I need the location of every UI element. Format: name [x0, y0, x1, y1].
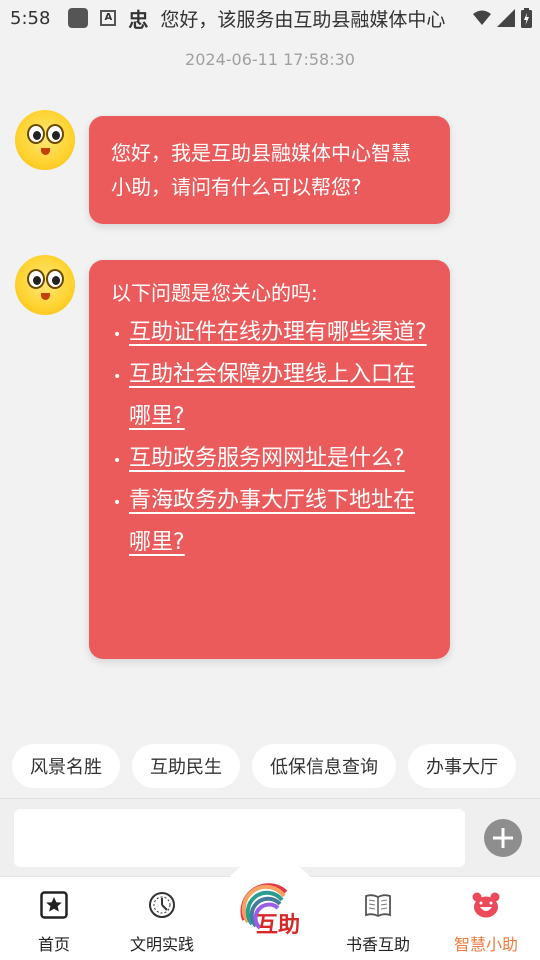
chip-subsidy-query[interactable]: 低保信息查询	[252, 744, 396, 788]
book-icon	[365, 894, 391, 918]
suggested-question[interactable]: • 互助社会保障办理线上入口在哪里?	[111, 354, 428, 438]
status-icons	[473, 8, 532, 28]
huzhu-logo: 互助	[240, 883, 300, 938]
tab-huzhu-center[interactable]: 互助	[218, 858, 322, 960]
battery-icon	[521, 8, 532, 28]
suggested-question[interactable]: • 互助政务服务网网址是什么?	[111, 438, 428, 480]
square-icon	[68, 8, 89, 28]
add-button[interactable]	[484, 819, 522, 857]
tab-label: 首页	[37, 935, 70, 954]
suggestions-bubble: 以下问题是您关心的吗: • 互助证件在线办理有哪些渠道? • 互助社会保障办理线…	[89, 260, 450, 659]
huzhu-logo-text: 互助	[256, 913, 300, 938]
suggested-questions: • 互助证件在线办理有哪些渠道? • 互助社会保障办理线上入口在哪里? • 互助…	[111, 312, 428, 564]
plus-icon	[493, 828, 513, 848]
bear-icon	[472, 892, 500, 918]
status-time: 5:58	[10, 7, 51, 29]
chip-service-hall[interactable]: 办事大厅	[408, 744, 516, 788]
tab-label: 智慧小助	[453, 935, 518, 954]
tab-label: 书香互助	[345, 935, 410, 954]
notification-text: 您好，该服务由互助县融媒体中心	[160, 8, 446, 31]
star-box-icon	[40, 891, 68, 919]
chip-livelihood[interactable]: 互助民生	[132, 744, 240, 788]
message-input[interactable]	[14, 809, 465, 867]
question-link[interactable]: 互助证件在线办理有哪些渠道?	[129, 320, 427, 345]
suggested-question[interactable]: • 青海政务办事大厅线下地址在哪里?	[111, 480, 428, 564]
tab-home[interactable]: 首页	[4, 877, 104, 960]
signal-icon	[497, 9, 515, 27]
bot-avatar	[15, 110, 75, 170]
quick-reply-chips: 风景名胜 互助民生 低保信息查询 办事大厅	[12, 744, 516, 788]
a-icon: A	[100, 10, 117, 26]
suggested-question[interactable]: • 互助证件在线办理有哪些渠道?	[111, 312, 428, 354]
bot-avatar	[15, 255, 75, 315]
ghost-icon: 忠	[128, 7, 149, 32]
chip-scenic-spots[interactable]: 风景名胜	[12, 744, 120, 788]
tab-reading[interactable]: 书香互助	[328, 877, 428, 960]
question-link[interactable]: 互助政务服务网网址是什么?	[129, 446, 405, 471]
gauge-icon	[149, 892, 175, 918]
question-link[interactable]: 互助社会保障办理线上入口在哪里?	[129, 362, 415, 429]
tab-civilization[interactable]: 文明实践	[112, 877, 212, 960]
wifi-icon	[473, 10, 491, 25]
bot-message-text: 您好，我是互助县融媒体中心智慧小助，请问有什么可以帮您?	[111, 141, 411, 199]
question-link[interactable]: 青海政务办事大厅线下地址在哪里?	[129, 488, 415, 555]
suggestions-title: 以下问题是您关心的吗:	[111, 281, 318, 305]
tab-label: 文明实践	[129, 935, 194, 954]
status-bar: 5:58 A 忠 您好，该服务由互助县融媒体中心	[0, 0, 540, 36]
chat-timestamp: 2024-06-11 17:58:30	[185, 50, 355, 69]
tab-assistant[interactable]: 智慧小助	[436, 877, 536, 960]
bot-message-bubble: 您好，我是互助县融媒体中心智慧小助，请问有什么可以帮您?	[89, 116, 450, 224]
